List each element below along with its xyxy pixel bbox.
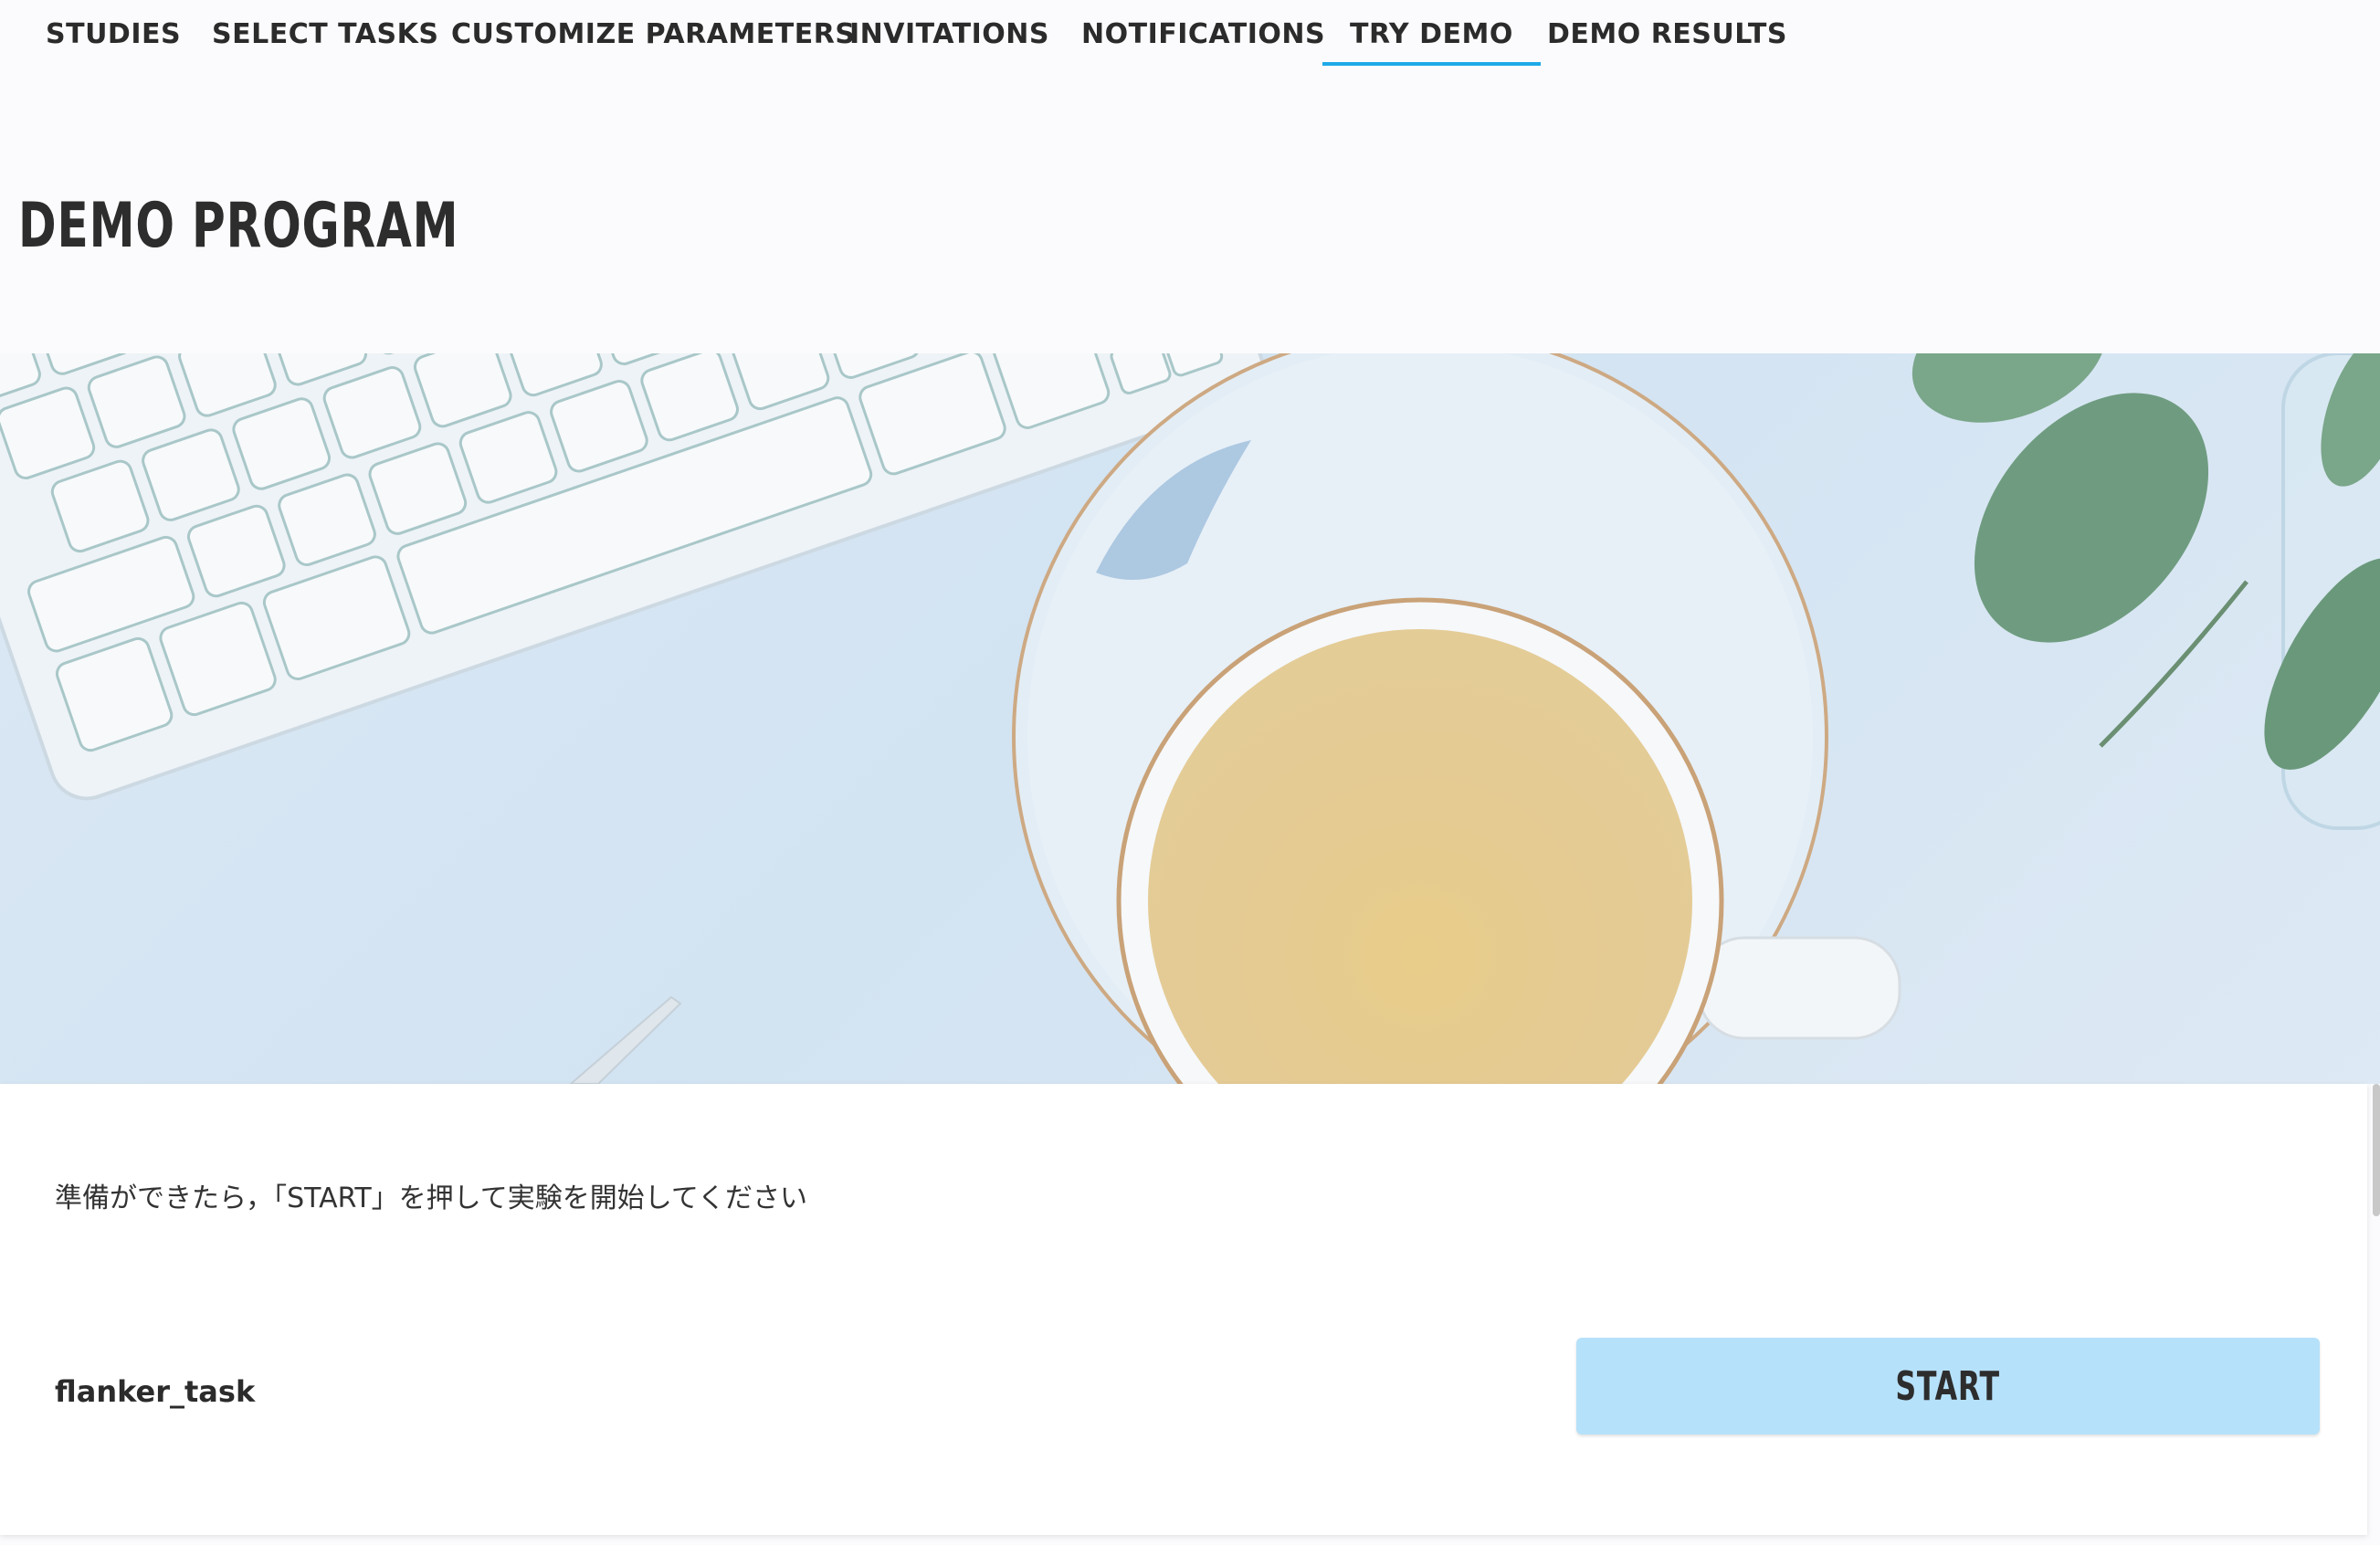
hero-image: [0, 353, 2380, 1084]
tab-customize-parameters[interactable]: CUSTOMIZE PARAMETERS: [451, 0, 855, 66]
tea-cup-icon: [1012, 353, 1901, 1084]
instruction-text: 準備ができたら，「START」を押して実験を開始してください: [55, 1182, 807, 1214]
demo-card: 準備ができたら，「START」を押して実験を開始してください flanker_t…: [0, 1084, 2367, 1535]
tab-demo-results[interactable]: DEMO RESULTS: [1547, 0, 1787, 66]
start-button[interactable]: START: [1576, 1338, 2320, 1435]
pen-icon: [569, 995, 682, 1084]
task-name: flanker_task: [55, 1374, 256, 1409]
tab-invitations[interactable]: INVITATIONS: [849, 0, 1049, 66]
tab-try-demo[interactable]: TRY DEMO: [1322, 0, 1541, 66]
tab-select-tasks[interactable]: SELECT TASKS: [212, 0, 438, 66]
leaf-plant-icon: [1911, 353, 2380, 830]
scrollbar[interactable]: [2373, 1084, 2380, 1216]
start-button-label: START: [1895, 1362, 2001, 1410]
tab-studies[interactable]: STUDIES: [46, 0, 181, 66]
tab-notifications[interactable]: NOTIFICATIONS: [1081, 0, 1325, 66]
top-nav: STUDIES SELECT TASKS CUSTOMIZE PARAMETER…: [0, 0, 2380, 73]
page-title: DEMO PROGRAM: [18, 190, 459, 262]
